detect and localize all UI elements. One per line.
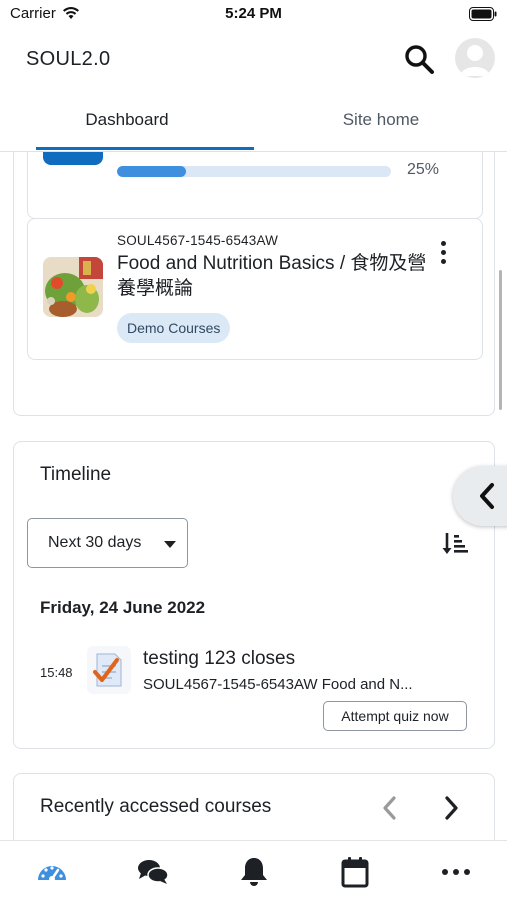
timeline-title: Timeline — [40, 464, 112, 485]
chevron-right-icon — [445, 796, 458, 820]
timeline-date-heading: Friday, 24 June 2022 — [40, 598, 206, 617]
timeline-range-value: Next 30 days — [48, 534, 142, 551]
previous-button[interactable] — [378, 794, 402, 822]
tab-dashboard[interactable]: Dashboard — [0, 98, 254, 152]
tab-more-button[interactable] — [439, 855, 473, 889]
attempt-quiz-button[interactable]: Attempt quiz now — [323, 701, 467, 731]
tab-dashboard-icon-button[interactable] — [35, 855, 69, 889]
app-title: SOUL2.0 — [26, 48, 111, 70]
course-image — [43, 152, 103, 165]
kebab-dot — [440, 250, 446, 255]
status-bar: Carrier 5:24 PM — [0, 0, 507, 30]
event-time: 15:48 — [40, 665, 73, 680]
course-progress-bar — [117, 166, 391, 177]
next-button[interactable] — [439, 794, 463, 822]
food-image — [43, 257, 103, 317]
course-progress-label: 25% — [407, 161, 440, 178]
main-tabs: Dashboard Site home — [0, 98, 507, 152]
battery-icon — [469, 7, 497, 26]
kebab-dot — [440, 259, 446, 264]
chevron-left-icon — [480, 483, 494, 509]
tab-notifications-button[interactable] — [237, 855, 271, 889]
user-avatar[interactable] — [455, 38, 495, 78]
event-course: SOUL4567-1545-6543AW Food and N... — [143, 676, 413, 693]
timeline-sort-button[interactable] — [442, 530, 470, 558]
notifications-icon — [241, 858, 267, 886]
course-code: SOUL4567-1545-6543AW — [117, 233, 279, 248]
course-card[interactable]: SOUL4567-1545-6543AW Food and Nutrition … — [27, 218, 483, 360]
course-options-button[interactable] — [433, 241, 453, 271]
active-tab-indicator — [36, 147, 254, 150]
messages-icon — [138, 860, 169, 884]
chevron-left-icon — [383, 796, 396, 820]
search-icon — [405, 45, 434, 74]
course-image — [43, 257, 103, 317]
app-header: SOUL2.0 — [0, 30, 507, 90]
recently-accessed-block: Recently accessed courses — [13, 773, 495, 840]
kebab-dot — [440, 241, 446, 246]
recently-accessed-title: Recently accessed courses — [40, 796, 272, 817]
scrollbar[interactable] — [499, 270, 502, 410]
course-card[interactable]: 2018 25% — [27, 152, 483, 219]
my-courses-section: 2018 25% SOU — [13, 152, 495, 416]
course-progress-fill — [117, 166, 186, 177]
caret-down-icon — [164, 541, 176, 548]
tab-calendar-button[interactable] — [338, 855, 372, 889]
avatar-icon — [460, 45, 490, 76]
search-button[interactable] — [402, 42, 436, 76]
event-title[interactable]: testing 123 closes — [143, 648, 295, 670]
sort-amount-down-icon — [442, 533, 468, 554]
calendar-icon — [341, 857, 369, 888]
status-time: 5:24 PM — [225, 5, 282, 22]
bottom-tab-bar — [0, 840, 507, 900]
tab-site-home[interactable]: Site home — [254, 98, 507, 152]
timeline-range-select[interactable]: Next 30 days — [27, 518, 188, 568]
course-category-badge: Demo Courses — [117, 313, 231, 343]
timeline-block: Timeline Next 30 days Friday, 24 June 20… — [13, 441, 495, 749]
more-icon — [442, 869, 470, 875]
dashboard-icon — [38, 866, 66, 882]
block-drawer-toggle[interactable] — [453, 466, 507, 526]
dashboard-content[interactable]: 2018 25% SOU — [0, 152, 507, 840]
quiz-icon — [87, 646, 131, 694]
tab-messages-button[interactable] — [136, 855, 170, 889]
course-name[interactable]: Food and Nutrition Basics / 食物及營養學概論 — [117, 251, 427, 301]
